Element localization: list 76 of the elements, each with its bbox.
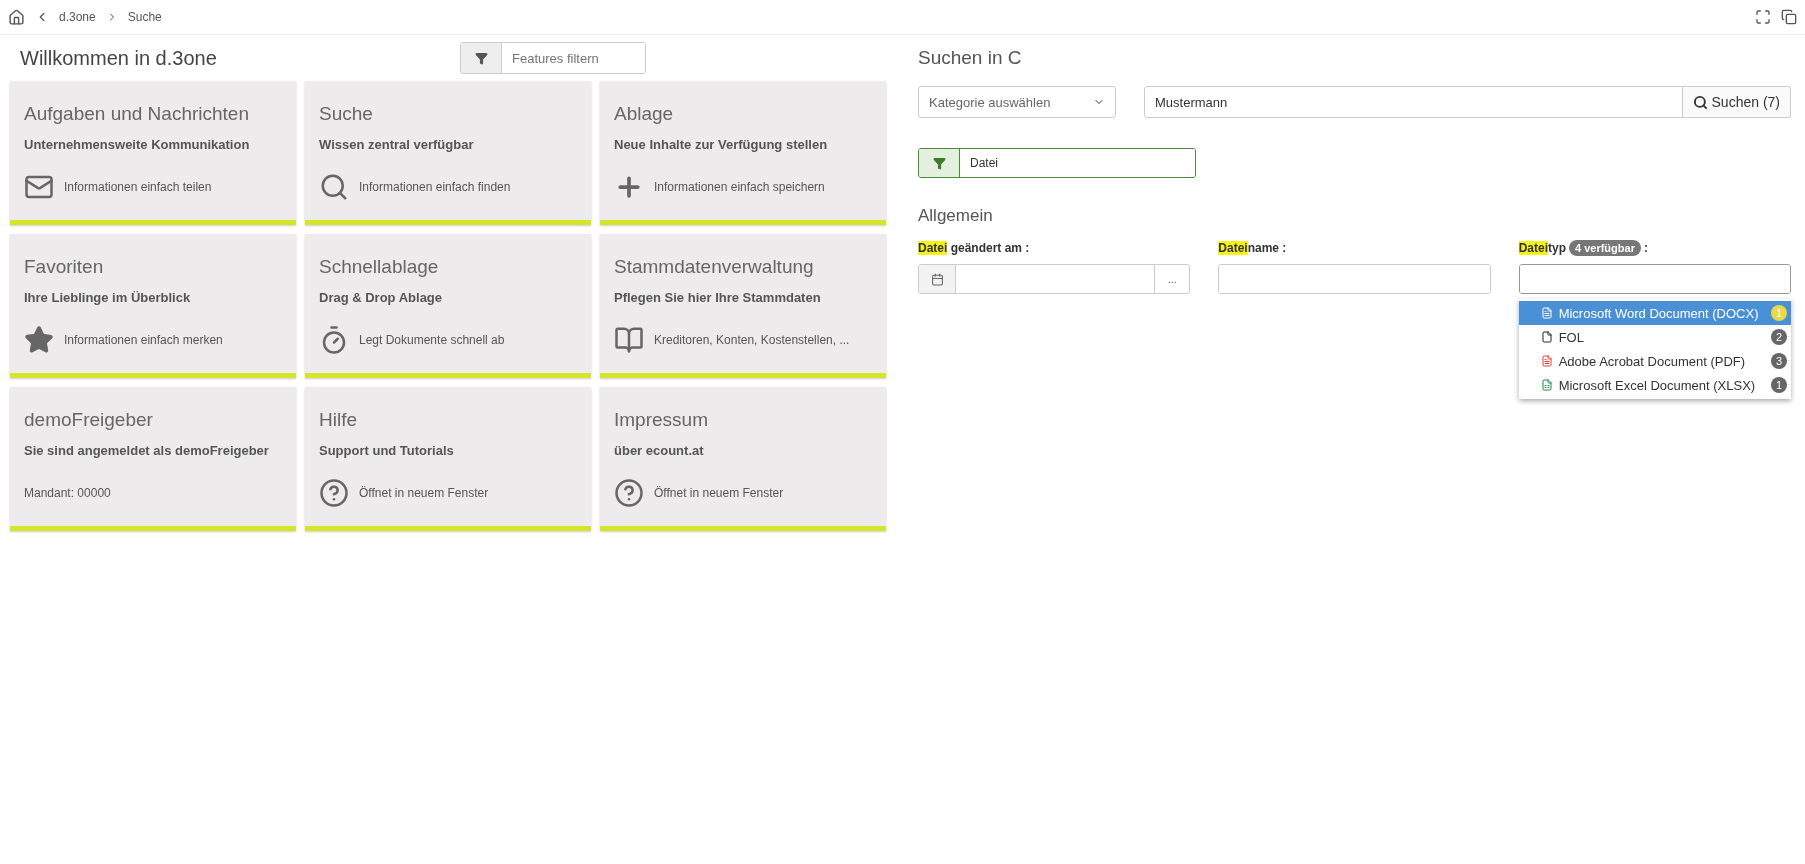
tile-text: Informationen einfach teilen <box>64 180 212 194</box>
feature-tile[interactable]: Stammdatenverwaltung Pflegen Sie hier Ihre Stammdaten Kreditoren, Konten, Kostenstellen, ... <box>600 234 886 378</box>
feature-tile[interactable]: Impressum über ecount.at Öffnet in neuem Fenster <box>600 387 886 531</box>
count-badge: 1 <box>1771 377 1787 393</box>
tile-text: Öffnet in neuem Fenster <box>359 486 489 500</box>
tile-subtitle: Ihre Lieblinge im Überblick <box>24 290 192 305</box>
tile-text: Legt Dokumente schnell ab <box>359 333 505 347</box>
breadcrumb-link[interactable]: Suche <box>127 10 162 24</box>
search-title: Suchen in C <box>918 47 1023 69</box>
date-field[interactable]: ... <box>918 264 1191 294</box>
search-icon <box>1692 94 1708 110</box>
field-label: Datei geändert am : <box>918 241 1030 255</box>
maximize-icon[interactable] <box>1755 9 1771 25</box>
tile-subtitle: Drag & Drop Ablage <box>319 290 444 305</box>
help-icon <box>614 478 644 508</box>
breadcrumb-link[interactable]: d.3one <box>59 10 96 24</box>
feature-tile[interactable]: Schnellablage Drag & Drop Ablage Legt Dokumente schnell ab <box>305 234 591 378</box>
filter-field[interactable]: Features filtern <box>460 42 646 74</box>
feature-tile[interactable]: Suche Wissen zentral verfügbar Informationen einfach finden <box>305 81 591 225</box>
tile-text: Mandant: 00000 <box>24 486 111 500</box>
pdf-icon <box>1540 355 1553 367</box>
home-icon[interactable] <box>8 8 25 26</box>
count-badge: 4 verfügbar <box>1569 240 1641 256</box>
count-badge: 2 <box>1771 329 1787 345</box>
tile-subtitle: Neue Inhalte zur Verfügung stellen <box>614 137 829 152</box>
search-field[interactable]: Mustermann <box>1144 86 1683 118</box>
calendar-icon <box>930 272 944 286</box>
tile-text: Informationen einfach finden <box>359 180 511 194</box>
tile-title: Aufgaben und Nachrichten <box>24 103 250 125</box>
search-icon <box>319 172 349 202</box>
tile-title: Stammdatenverwaltung <box>614 256 815 278</box>
tile-subtitle: Wissen zentral verfügbar <box>319 137 475 152</box>
dropdown-option[interactable]: FOL 2 <box>1518 325 1791 349</box>
input-field[interactable] <box>1518 264 1791 294</box>
tile-text: Kreditoren, Konten, Kostenstellen, ... <box>654 333 850 347</box>
field-label: Dateiname : <box>1218 241 1287 255</box>
tile-subtitle: Sie sind angemeldet als demoFreigeber <box>24 443 270 458</box>
tile-title: Suche <box>319 103 374 125</box>
spreadsheet-icon <box>1540 379 1553 391</box>
filter-field[interactable]: Datei <box>918 148 1196 178</box>
restore-icon[interactable] <box>1781 9 1797 25</box>
tile-subtitle: über ecount.at <box>614 443 705 458</box>
file-icon <box>1540 331 1553 343</box>
tile-title: demoFreigeber <box>24 409 154 431</box>
field-label: Dateityp <box>1518 241 1566 255</box>
star-icon <box>24 325 54 355</box>
label-colon: : <box>1643 241 1648 255</box>
feature-tile[interactable]: Aufgaben und Nachrichten Unternehmensweite Kommunikation Informationen einfach teilen <box>10 81 296 225</box>
search-button[interactable]: Suchen (7) <box>1682 86 1791 118</box>
tile-title: Schnellablage <box>319 256 440 278</box>
tile-title: Ablage <box>614 103 675 125</box>
feature-tile[interactable]: Favoriten Ihre Lieblinge im Überblick Informationen einfach merken <box>10 234 296 378</box>
page-title: Willkommen in d.3one <box>19 46 218 70</box>
tile-subtitle: Unternehmensweite Kommunikation <box>24 137 251 152</box>
tile-text: Informationen einfach merken <box>64 333 223 347</box>
tile-text: Informationen einfach speichern <box>654 180 825 194</box>
help-icon <box>319 478 349 508</box>
dropdown-option[interactable]: Adobe Acrobat Document (PDF) 3 <box>1518 349 1791 373</box>
filter-icon <box>474 51 488 65</box>
filter-icon <box>932 156 946 170</box>
feature-tile[interactable]: Hilfe Support und Tutorials Öffnet in neuem Fenster <box>305 387 591 531</box>
feature-tile[interactable]: Ablage Neue Inhalte zur Verfügung stellen Informationen einfach speichern <box>600 81 886 225</box>
dropdown-option[interactable]: Microsoft Excel Document (XLSX) 1 <box>1518 373 1791 397</box>
count-badge: 1 <box>1771 305 1787 321</box>
tile-title: Impressum <box>614 409 709 431</box>
tile-title: Favoriten <box>24 256 105 278</box>
section-title: Allgemein <box>918 206 994 226</box>
feature-tile[interactable]: demoFreigeber Sie sind angemeldet als demoFreigeber Mandant: 00000 <box>10 387 296 531</box>
document-icon <box>1540 307 1553 319</box>
input-field[interactable] <box>1218 264 1491 294</box>
tile-subtitle: Pflegen Sie hier Ihre Stammdaten <box>614 290 822 305</box>
category-dropdown[interactable]: Kategorie auswählen <box>918 86 1116 118</box>
count-badge: 3 <box>1771 353 1787 369</box>
tile-subtitle: Support und Tutorials <box>319 443 455 458</box>
tile-title: Hilfe <box>319 409 358 431</box>
tile-text: Öffnet in neuem Fenster <box>654 486 784 500</box>
